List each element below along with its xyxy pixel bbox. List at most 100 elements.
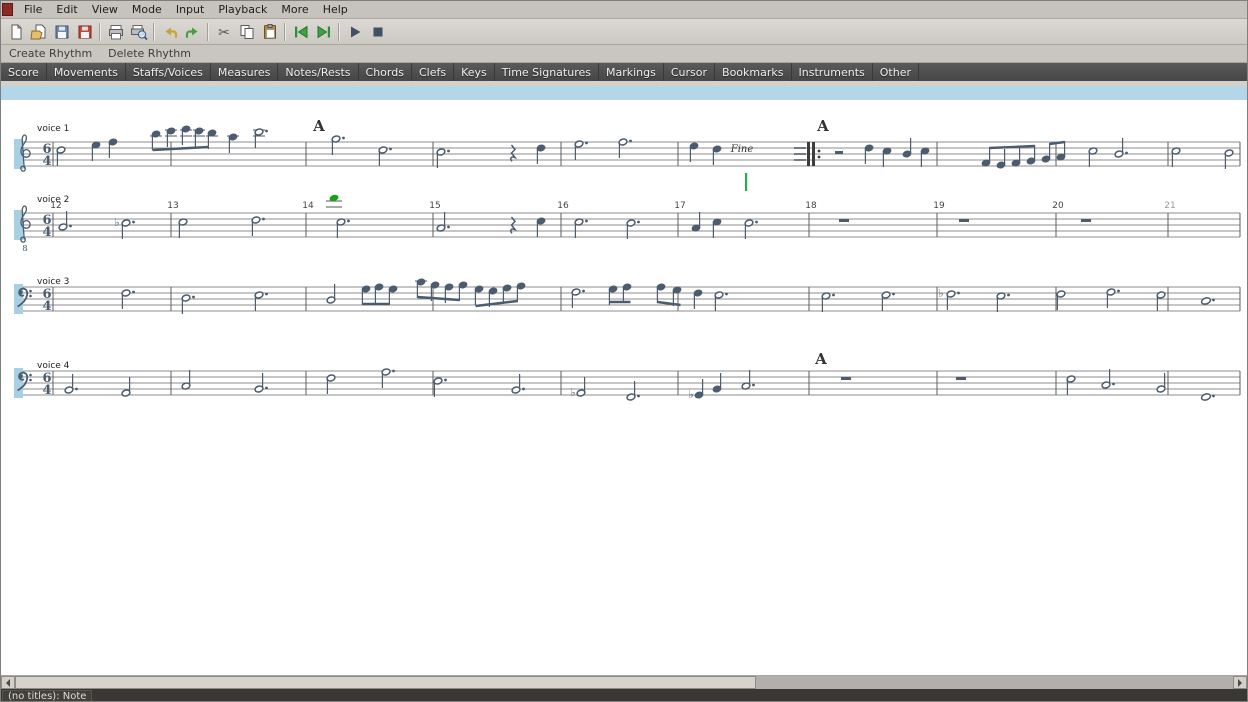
print-preview-icon[interactable] [127,21,150,43]
tab-other[interactable]: Other [873,63,919,81]
toolbar-separator [153,23,155,41]
fine-mark: Fine [730,144,754,155]
undo-icon[interactable] [158,21,181,43]
toolbar-separator [207,23,209,41]
status-text: (no titles): Note [2,690,92,702]
augmentation-dot [585,142,588,145]
measure-number: 16 [557,201,569,211]
go-last-icon[interactable] [312,21,335,43]
tab-clefs[interactable]: Clefs [412,63,454,81]
augmentation-dot [1212,299,1215,302]
time-signature-denominator: 4 [42,225,51,240]
redo-icon[interactable] [181,21,204,43]
delete-rhythm-button[interactable]: Delete Rhythm [108,47,191,60]
whole-rest [839,219,849,222]
print-icon[interactable] [104,21,127,43]
tab-cursor[interactable]: Cursor [664,63,715,81]
voice-1-label: voice 1 [37,124,69,134]
tab-movements[interactable]: Movements [47,63,126,81]
time-signature-denominator: 4 [42,154,51,169]
menu-help[interactable]: Help [316,2,355,17]
measure-number: 14 [302,201,314,211]
flat-accidental: ♭ [938,287,943,300]
voice-3-label: voice 3 [37,277,69,287]
augmentation-dot [752,384,755,387]
tab-time-signatures[interactable]: Time Signatures [495,63,599,81]
augmentation-dot [725,293,728,296]
measure-number: 17 [674,201,685,211]
augmentation-dot [389,148,392,151]
tab-measures[interactable]: Measures [211,63,278,81]
note-head[interactable] [1201,297,1212,305]
menu-input[interactable]: Input [169,2,211,17]
edit-cursor[interactable] [745,173,747,191]
voice-4-label: voice 4 [37,361,69,371]
new-file-icon[interactable] [4,21,27,43]
copy-icon[interactable] [235,21,258,43]
save-file-icon[interactable] [50,21,73,43]
tab-markings[interactable]: Markings [599,63,664,81]
score-canvas[interactable]: 64AAFine864♭64♭64♭♭A12131415161718192021… [1,81,1248,675]
rehearsal-mark: A [814,350,827,368]
play-icon[interactable] [343,21,366,43]
augmentation-dot [1212,395,1215,398]
scroll-right-button[interactable] [1233,676,1247,689]
tab-score[interactable]: Score [1,63,47,81]
menu-playback[interactable]: Playback [211,2,274,17]
scroll-left-button[interactable] [1,676,15,689]
tab-keys[interactable]: Keys [454,63,495,81]
augmentation-dot [265,130,268,133]
augmentation-dot [75,388,78,391]
open-file-icon[interactable] [27,21,50,43]
cut-icon[interactable]: ✂ [212,21,235,43]
app-icon[interactable] [2,3,13,16]
app-window: FileEditViewModeInputPlaybackMoreHelp ✂ … [0,0,1248,702]
menu-mode[interactable]: Mode [125,2,169,17]
augmentation-dot [347,220,350,223]
tab-notes-rests[interactable]: Notes/Rests [278,63,358,81]
toolbar-separator [338,23,340,41]
scrollbar-thumb[interactable] [15,676,756,689]
create-rhythm-button[interactable]: Create Rhythm [9,47,92,60]
time-signature-denominator: 4 [42,299,51,314]
tab-staffs-voices[interactable]: Staffs/Voices [126,63,211,81]
paste-icon[interactable] [258,21,281,43]
clef-octave-8: 8 [22,244,27,254]
tab-chords[interactable]: Chords [359,63,412,81]
augmentation-dot [342,137,345,140]
augmentation-dot [582,290,585,293]
menu-file[interactable]: File [17,2,49,17]
menu-view[interactable]: View [85,2,125,17]
quarter-rest [511,145,515,161]
stop-icon[interactable] [366,21,389,43]
horizontal-scrollbar[interactable] [1,675,1247,689]
rehearsal-mark: A [312,117,325,135]
augmentation-dot [447,226,450,229]
augmentation-dot [262,218,265,221]
menu-edit[interactable]: Edit [49,2,84,17]
note-head[interactable] [1201,393,1212,401]
menu-more[interactable]: More [274,2,315,17]
augmentation-dot [755,221,758,224]
measure-number: 13 [167,201,178,211]
toolbar-separator [99,23,101,41]
augmentation-dot [1117,290,1120,293]
augmentation-dot [132,291,135,294]
save-as-icon[interactable] [73,21,96,43]
flat-accidental: ♭ [688,388,693,401]
augmentation-dot [265,293,268,296]
tab-instruments[interactable]: Instruments [792,63,873,81]
whole-rest [959,219,969,222]
flat-accidental: ♭ [114,216,119,229]
toolbar: ✂ [1,19,1247,45]
flat-accidental: ♭ [570,386,575,399]
tab-bookmarks[interactable]: Bookmarks [715,63,791,81]
scrollbar-track[interactable] [15,676,1233,689]
augmentation-dot [1125,152,1128,155]
go-first-icon[interactable] [289,21,312,43]
augmentation-dot [447,150,450,153]
half-rest [835,151,843,154]
score-svg[interactable]: 64AAFine864♭64♭64♭♭A12131415161718192021 [1,81,1248,675]
augmentation-dot [637,395,640,398]
measure-number: 18 [805,201,817,211]
